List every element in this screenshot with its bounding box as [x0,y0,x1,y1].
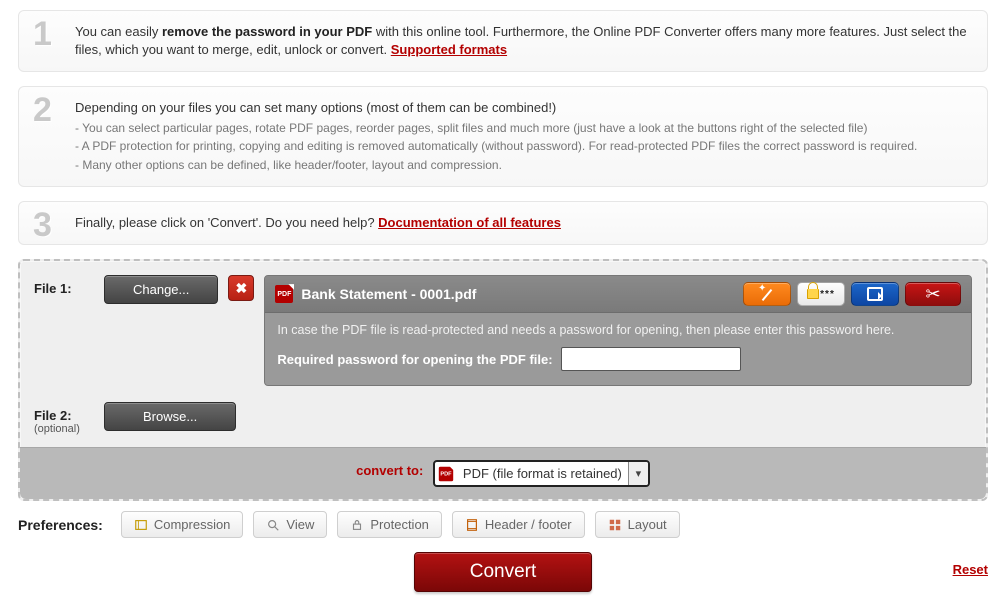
wand-icon [758,285,776,303]
change-file-button[interactable]: Change... [104,275,218,304]
step2-bullet: - A PDF protection for printing, copying… [75,138,973,155]
file-1-name: Bank Statement - 0001.pdf [301,286,735,302]
preferences-row: Preferences: Compression View Protection… [18,511,988,538]
compression-button[interactable]: Compression [121,511,244,538]
step2-head: Depending on your files you can set many… [75,99,973,117]
password-label: Required password for opening the PDF fi… [277,352,552,367]
scissors-icon: ✂ [925,285,940,303]
step1-text-a: You can easily [75,24,162,39]
convert-to-label: convert to: [356,463,423,478]
view-button[interactable]: View [253,511,327,538]
password-input[interactable] [561,347,741,371]
pdf-icon: PDF [275,285,293,303]
lock-icon: *** [807,289,835,300]
grid-icon [608,518,622,532]
pref-label: View [286,517,314,532]
page-icon [465,518,479,532]
step2-bullet: - You can select particular pages, rotat… [75,120,973,137]
file-1-body: In case the PDF file is read-protected a… [265,313,971,385]
convert-button[interactable]: Convert [414,552,593,592]
password-hint: In case the PDF file is read-protected a… [277,323,959,337]
supported-formats-link[interactable]: Supported formats [391,42,507,57]
rotate-button[interactable] [851,282,899,306]
pref-label: Protection [370,517,429,532]
unlock-button[interactable]: *** [797,282,845,306]
chevron-down-icon: ▾ [628,462,648,485]
file-drop-area: File 1: Change... ✖ PDF Bank Statement -… [18,259,988,501]
layout-button[interactable]: Layout [595,511,680,538]
file-2-label-text: File 2: [34,408,72,423]
step-3: 3 Finally, please click on 'Convert'. Do… [18,201,988,245]
file-1-label: File 1: [34,275,94,296]
rotate-icon [867,287,883,301]
browse-file-button[interactable]: Browse... [104,402,236,431]
step-2: 2 Depending on your files you can set ma… [18,86,988,187]
output-format-value: PDF (file format is retained) [457,462,628,485]
step-number: 1 [33,15,52,54]
output-format-select[interactable]: PDF PDF (file format is retained) ▾ [433,460,650,487]
step-number: 3 [33,206,52,245]
magic-wand-button[interactable] [743,282,791,306]
pref-label: Layout [628,517,667,532]
step3-text: Finally, please click on 'Convert'. Do y… [75,215,378,230]
pref-label: Compression [154,517,231,532]
preferences-label: Preferences: [18,517,103,533]
documentation-link[interactable]: Documentation of all features [378,215,561,230]
remove-file-button[interactable]: ✖ [228,275,254,301]
file-1-detail-panel: PDF Bank Statement - 0001.pdf *** ✂ In c… [264,275,972,386]
convert-to-bar: convert to: PDF PDF (file format is reta… [20,447,986,499]
step-1: 1 You can easily remove the password in … [18,10,988,72]
magnifier-icon [266,518,280,532]
close-icon: ✖ [236,280,248,297]
file-2-label: File 2: (optional) [34,402,94,435]
file-1-row: File 1: Change... ✖ PDF Bank Statement -… [34,275,972,386]
file-tools: *** ✂ [743,282,961,306]
compression-icon [134,518,148,532]
lock-icon [350,518,364,532]
convert-row: Convert Reset [18,552,988,592]
step1-bold: remove the password in your PDF [162,24,372,39]
header-footer-button[interactable]: Header / footer [452,511,585,538]
step-number: 2 [33,91,52,130]
step2-bullet: - Many other options can be defined, lik… [75,157,973,174]
reset-link[interactable]: Reset [953,562,988,577]
cut-button[interactable]: ✂ [905,282,961,306]
pdf-icon: PDF [435,463,457,485]
file-2-optional: (optional) [34,423,94,435]
file-2-row: File 2: (optional) Browse... [34,402,972,435]
protection-button[interactable]: Protection [337,511,442,538]
pref-label: Header / footer [485,517,572,532]
file-1-header: PDF Bank Statement - 0001.pdf *** ✂ [265,276,971,313]
